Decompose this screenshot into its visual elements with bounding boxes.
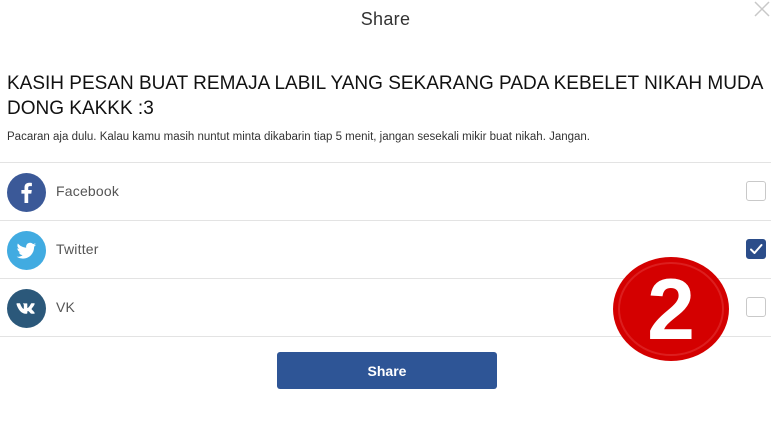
share-button[interactable]: Share — [277, 352, 497, 389]
dialog-title: Share — [360, 9, 411, 29]
share-label-vk: VK — [56, 299, 76, 315]
step-number-badge: 2 — [612, 256, 730, 362]
share-dialog: Share KASIH PESAN BUAT REMAJA LABIL YANG… — [0, 0, 771, 422]
post-description: Pacaran aja dulu. Kalau kamu masih nuntu… — [7, 131, 591, 143]
share-row-facebook[interactable]: Facebook — [0, 163, 771, 221]
vk-checkbox[interactable] — [746, 297, 766, 317]
facebook-checkbox[interactable] — [746, 181, 766, 201]
close-icon[interactable] — [753, 0, 771, 18]
checkmark-icon — [750, 244, 763, 254]
share-label-twitter: Twitter — [56, 241, 99, 257]
vk-icon — [7, 289, 46, 328]
twitter-icon — [7, 231, 46, 270]
step-number-text: 2 — [647, 262, 695, 358]
facebook-icon — [7, 173, 46, 212]
share-label-facebook: Facebook — [56, 183, 120, 199]
post-title: KASIH PESAN BUAT REMAJA LABIL YANG SEKAR… — [7, 73, 763, 119]
twitter-checkbox[interactable] — [746, 239, 766, 259]
